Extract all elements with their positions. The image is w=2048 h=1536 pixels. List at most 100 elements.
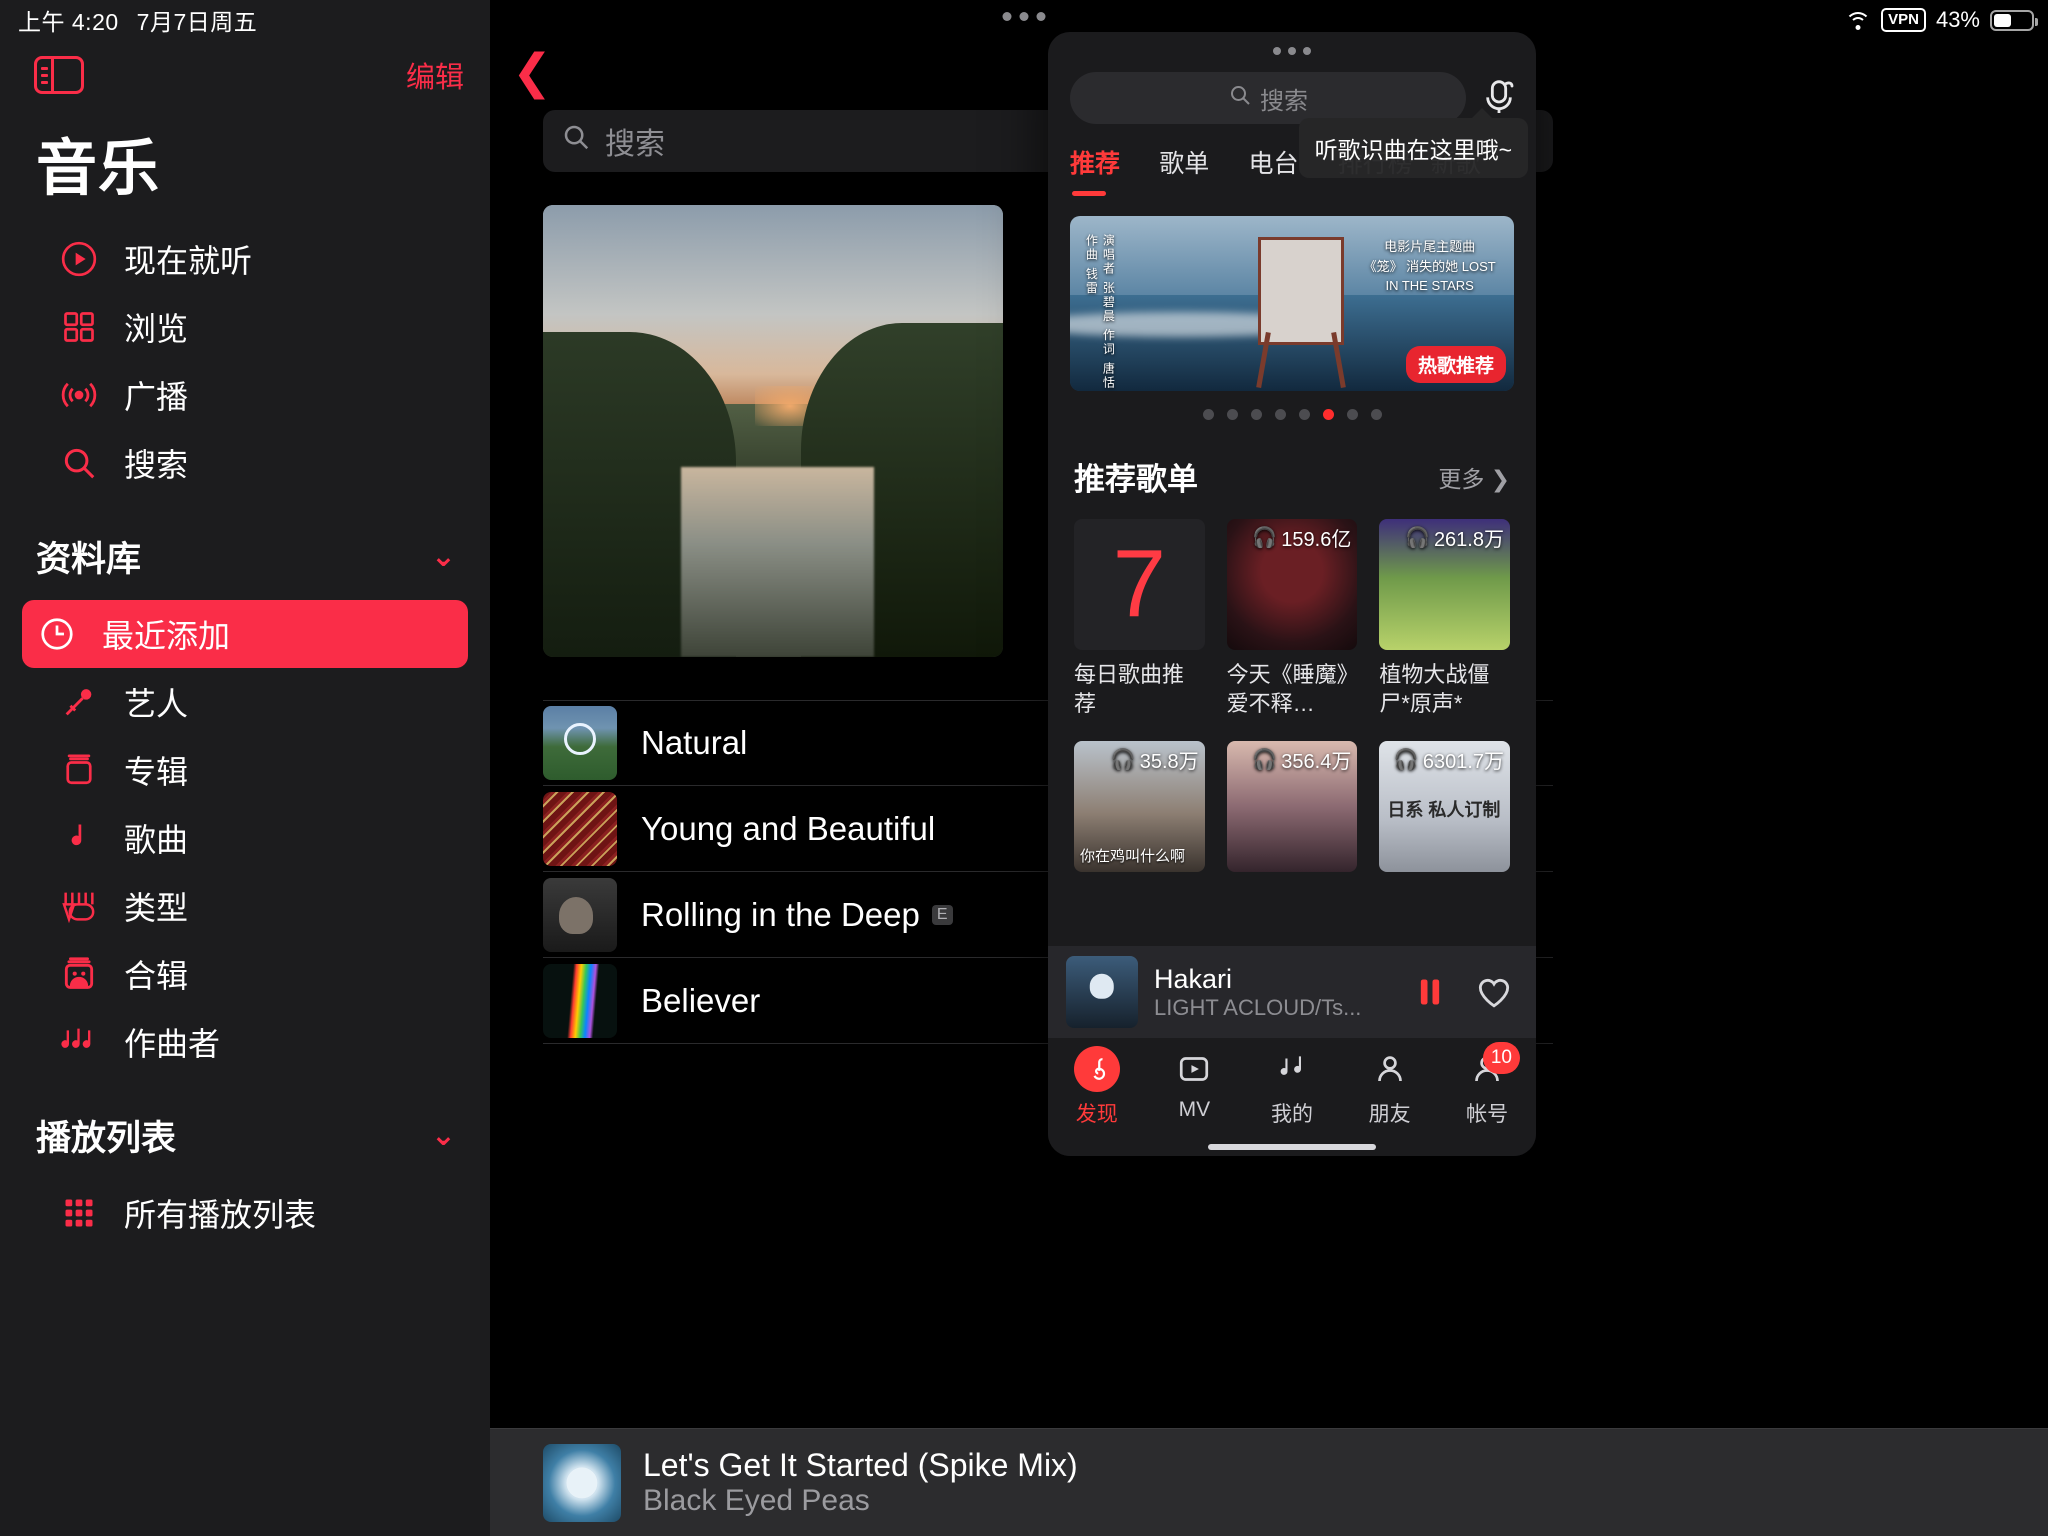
song-artwork (543, 791, 617, 866)
library-section-header[interactable]: 资料库 ⌄ (0, 497, 490, 592)
list-item[interactable]: 🎧 35.8万 你在鸡叫什么啊 (1074, 741, 1205, 872)
song-artwork (543, 963, 617, 1038)
play-circle-icon (58, 238, 100, 280)
chevron-down-icon[interactable]: ⌄ (431, 1118, 456, 1153)
song-title: Rolling in the Deep (641, 895, 920, 933)
song-artwork (543, 706, 617, 780)
tablet-screen: 上午 4:20 7月7日周五 VPN 43% 编辑 音乐 现在就听 浏览 广播 … (0, 0, 2048, 1536)
list-item[interactable]: 7 每日歌曲推荐 (1074, 519, 1205, 719)
sidebar-item-radio[interactable]: 广播 (22, 361, 468, 429)
playlist-name: 植物大战僵尸*原声* (1379, 661, 1490, 717)
overlay-search-row: 搜索 (1048, 70, 1536, 124)
heart-icon[interactable] (1470, 972, 1518, 1012)
grid-icon (58, 306, 100, 348)
playlist-cover: 🎧 261.8万 (1379, 519, 1510, 650)
now-playing-artwork (543, 1443, 621, 1522)
list-item[interactable]: 🎧 6301.7万 日系 私人订制 (1379, 741, 1510, 872)
play-count: 🎧 35.8万 (1110, 749, 1199, 774)
playlist-cover: 🎧 159.6亿 (1226, 519, 1358, 650)
list-item[interactable]: 🎧 159.6亿 今天《睡魔》爱不释… (1226, 519, 1358, 719)
promo-banner[interactable]: 演唱者 张碧晨 作词 唐恬 作曲 钱雷 电影片尾主题曲 《笼》 消失的她 LOS… (1070, 216, 1514, 391)
sidebar-item-compilations[interactable]: 合辑 (22, 940, 468, 1008)
microphone-icon (58, 681, 100, 723)
pause-icon[interactable] (1406, 972, 1454, 1012)
sidebar-item-recently-added[interactable]: 最近添加 (22, 600, 468, 668)
carousel-dots[interactable] (1048, 409, 1536, 420)
battery-icon (1990, 9, 2038, 31)
sidebar-item-label: 搜索 (124, 447, 189, 483)
friends-icon (1367, 1046, 1413, 1092)
home-indicator (1208, 1144, 1376, 1150)
tabbar-item-mv[interactable]: MV (1146, 1046, 1244, 1122)
tab-recommend[interactable]: 推荐 (1070, 144, 1159, 180)
list-item[interactable]: 🎧 356.4万 (1226, 741, 1358, 872)
headphone-icon: 🎧 (1252, 527, 1278, 549)
cover-label: 日系 私人订制 (1387, 799, 1501, 820)
song-title: Young and Beautiful (641, 809, 936, 847)
library-header-label: 资料库 (36, 540, 142, 579)
play-count: 🎧 356.4万 (1252, 749, 1352, 774)
sidebar-item-composers[interactable]: 作曲者 (22, 1008, 468, 1076)
song-title: Believer (641, 981, 761, 1019)
list-item[interactable]: 🎧 261.8万 植物大战僵尸*原声* (1379, 519, 1510, 719)
status-time: 上午 4:20 (18, 9, 119, 35)
song-artwork (543, 877, 617, 952)
notes-icon (58, 1021, 100, 1063)
more-link[interactable]: 更多 ❯ (1438, 460, 1510, 494)
status-bar: 上午 4:20 7月7日周五 VPN 43% (0, 0, 2048, 40)
chevron-down-icon[interactable]: ⌄ (431, 539, 456, 574)
sidebar-item-listen-now[interactable]: 现在就听 (22, 225, 468, 293)
search-input[interactable]: 搜索 (1070, 72, 1466, 124)
tabbar-item-friends[interactable]: 朋友 (1341, 1046, 1439, 1128)
playlists-header-label: 播放列表 (36, 1119, 177, 1158)
tabbar-label: 朋友 (1368, 1103, 1411, 1126)
album-icon (58, 749, 100, 791)
status-bar-right: VPN 43% (1845, 7, 2038, 33)
mini-player-artwork (1066, 956, 1138, 1028)
music-sidebar: 编辑 音乐 现在就听 浏览 广播 搜索 资料库 ⌄ 最近添加 艺人 专辑 歌曲 … (0, 0, 490, 1536)
mini-player-artist: LIGHT ACLOUD/Ts... (1154, 994, 1362, 1020)
playlists-section-header[interactable]: 播放列表 ⌄ (0, 1076, 490, 1171)
back-button[interactable]: ❮ (512, 44, 552, 100)
now-playing-bar[interactable]: Let's Get It Started (Spike Mix) Black E… (490, 1428, 2048, 1536)
recommended-playlists-header: 推荐歌单 更多 ❯ (1048, 420, 1536, 499)
sidebar-item-label: 艺人 (124, 686, 189, 722)
search-icon (561, 122, 591, 160)
sidebar-toggle-icon[interactable] (34, 56, 84, 94)
sidebar-item-label: 现在就听 (124, 243, 253, 279)
playlist-name: 今天《睡魔》爱不释… (1226, 661, 1348, 717)
sidebar-item-label: 最近添加 (102, 618, 231, 654)
sidebar-item-label: 类型 (124, 890, 189, 926)
playlist-cover: 🎧 356.4万 (1226, 741, 1358, 872)
sidebar-item-label: 专辑 (124, 754, 189, 790)
search-icon (58, 442, 100, 484)
tab-playlists[interactable]: 歌单 (1159, 144, 1248, 180)
page-title: 音乐 (36, 134, 161, 202)
sidebar-item-all-playlists[interactable]: 所有播放列表 (22, 1179, 468, 1247)
overlay-mini-player[interactable]: Hakari LIGHT ACLOUD/Ts... (1048, 946, 1536, 1038)
playlist-cover: 🎧 35.8万 你在鸡叫什么啊 (1074, 741, 1205, 872)
sidebar-item-label: 合辑 (124, 958, 189, 994)
tabbar-label: 我的 (1270, 1103, 1313, 1126)
sidebar-item-genres[interactable]: 类型 (22, 872, 468, 940)
broadcast-icon (58, 374, 100, 416)
netease-music-overlay: 搜索 推荐 歌单 电台 排行榜 新歌 听歌识曲在这里哦~ 演唱者 张碧晨 作词 … (1048, 32, 1536, 1156)
sidebar-item-search[interactable]: 搜索 (22, 429, 468, 497)
banner-tag: 热歌推荐 (1405, 346, 1506, 383)
play-count: 🎧 261.8万 (1405, 527, 1504, 551)
play-count: 🎧 159.6亿 (1252, 527, 1352, 551)
my-music-icon (1269, 1046, 1315, 1092)
battery-percent: 43% (1935, 7, 1980, 32)
sidebar-item-artists[interactable]: 艺人 (22, 668, 468, 736)
tabbar-item-discover[interactable]: 发现 (1048, 1046, 1146, 1128)
tabbar-item-my-music[interactable]: 我的 (1243, 1046, 1341, 1128)
sidebar-top-row: 编辑 (0, 46, 490, 96)
sidebar-item-browse[interactable]: 浏览 (22, 293, 468, 361)
sidebar-item-songs[interactable]: 歌曲 (22, 804, 468, 872)
tabbar-item-account[interactable]: 10 帐号 (1438, 1042, 1536, 1128)
tabbar-label: 发现 (1075, 1103, 1118, 1126)
status-bar-left: 上午 4:20 7月7日周五 (18, 3, 257, 37)
edit-button[interactable]: 编辑 (406, 54, 464, 96)
sidebar-item-albums[interactable]: 专辑 (22, 736, 468, 804)
cover-caption: 你在鸡叫什么啊 (1080, 847, 1186, 865)
